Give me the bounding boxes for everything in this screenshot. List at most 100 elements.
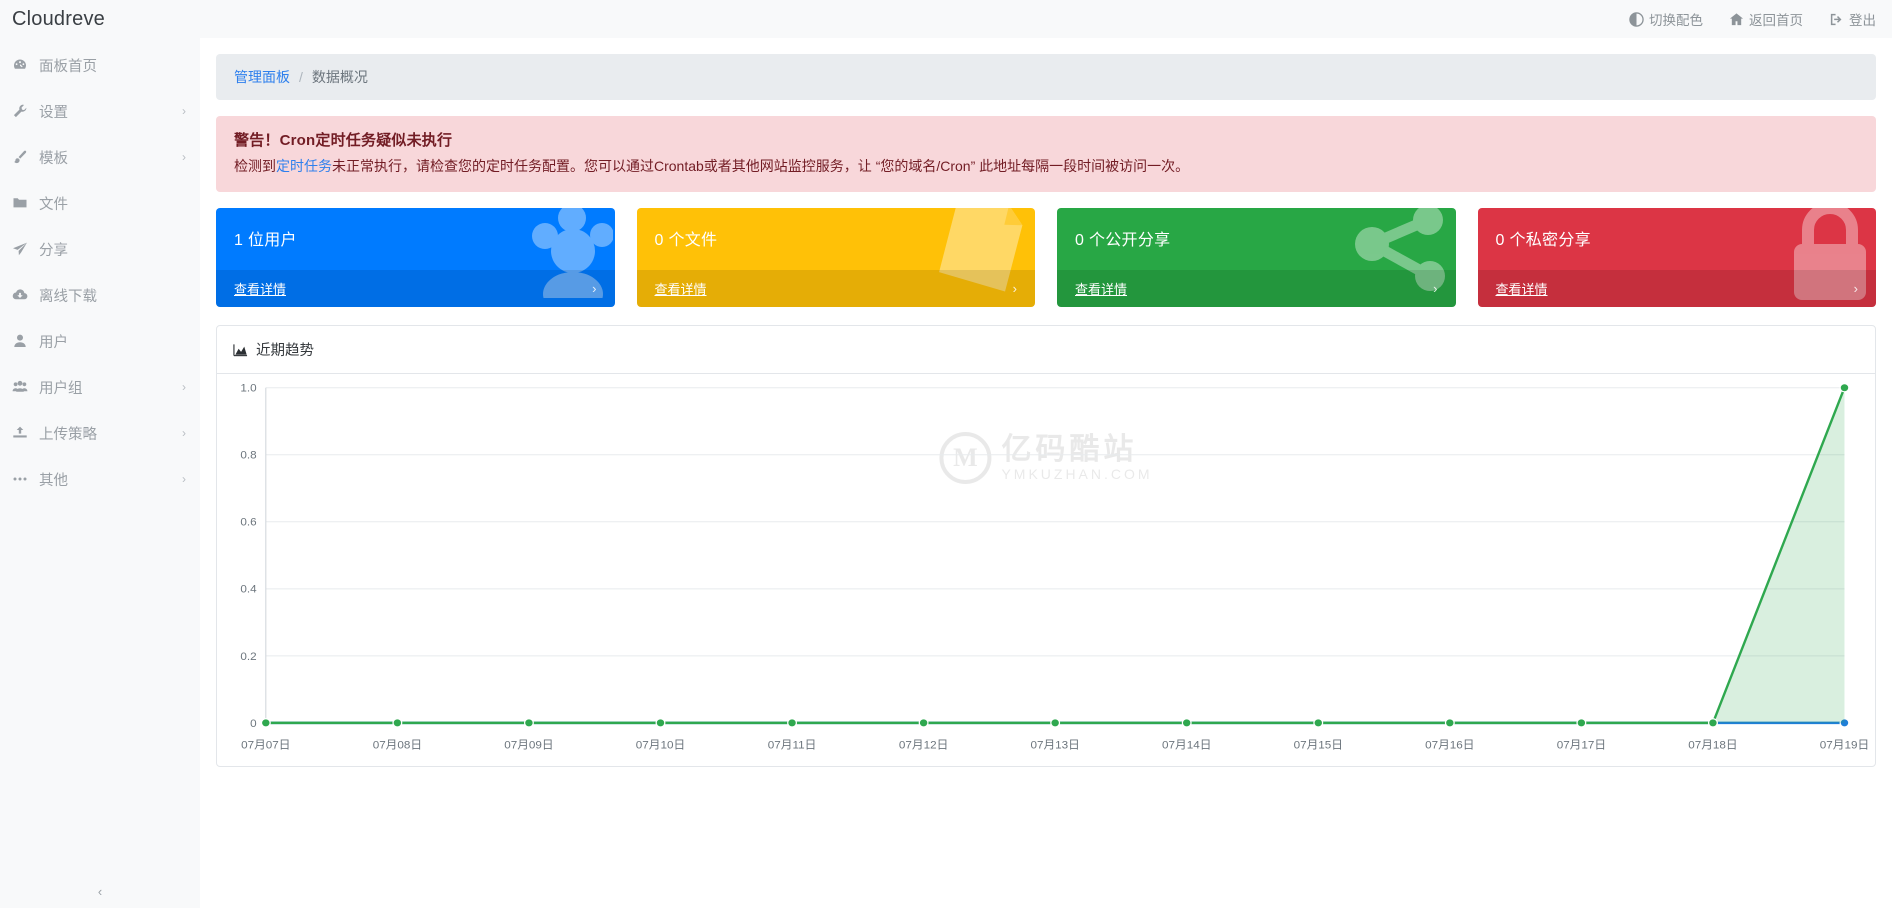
chevron-right-icon: › bbox=[592, 281, 596, 296]
brush-icon bbox=[12, 149, 34, 165]
recent-trend-panel: 近期趋势 M 亿码酷站 YMKUZHAN.COM 00.20.40.60.81.… bbox=[216, 325, 1876, 767]
chevron-right-icon: › bbox=[1013, 281, 1017, 296]
alert-body: 检测到定时任务未正常执行，请检查您的定时任务配置。您可以通过Crontab或者其… bbox=[234, 156, 1858, 177]
data-point bbox=[261, 719, 270, 727]
data-point bbox=[525, 719, 534, 727]
stat-card-value: 0 个文件 bbox=[655, 226, 1018, 250]
chevron-right-icon: › bbox=[182, 151, 186, 163]
data-point bbox=[1577, 719, 1586, 727]
chevron-right-icon: › bbox=[182, 427, 186, 439]
data-point bbox=[1314, 719, 1323, 727]
x-axis-tick: 07月07日 bbox=[241, 740, 290, 752]
chevron-right-icon: › bbox=[182, 381, 186, 393]
data-point bbox=[1840, 384, 1849, 392]
back-home-label: 返回首页 bbox=[1749, 9, 1803, 29]
panel-header: 近期趋势 bbox=[217, 326, 1875, 374]
x-axis-tick: 07月09日 bbox=[504, 740, 553, 752]
data-point bbox=[1051, 719, 1060, 727]
chevron-right-icon: › bbox=[1433, 281, 1437, 296]
sidebar-label: 用户 bbox=[34, 331, 186, 352]
sidebar-item-upload-policy[interactable]: 上传策略 › bbox=[0, 410, 200, 456]
breadcrumb-separator: / bbox=[299, 69, 303, 85]
data-point bbox=[1445, 719, 1454, 727]
x-axis-tick: 07月12日 bbox=[899, 740, 948, 752]
stat-cards: 1 位用户 查看详情 › 0 个文件 bbox=[216, 208, 1876, 307]
stat-card-footer[interactable]: 查看详情 › bbox=[637, 270, 1036, 307]
folder-icon bbox=[12, 195, 34, 211]
series-area bbox=[266, 388, 1845, 723]
sidebar-label: 文件 bbox=[34, 193, 186, 214]
sidebar-item-dashboard[interactable]: 面板首页 bbox=[0, 42, 200, 88]
top-bar-actions: 切换配色 返回首页 登出 bbox=[1629, 9, 1892, 29]
stat-card-footer[interactable]: 查看详情 › bbox=[216, 270, 615, 307]
sidebar-item-theme[interactable]: 模板 › bbox=[0, 134, 200, 180]
y-axis-tick: 0 bbox=[250, 718, 257, 730]
sidebar-label: 分享 bbox=[34, 239, 186, 260]
data-point bbox=[1709, 719, 1718, 727]
stat-card-body: 0 个私密分享 bbox=[1478, 208, 1877, 270]
x-axis-tick: 07月15日 bbox=[1294, 740, 1343, 752]
home-icon bbox=[1729, 12, 1744, 27]
top-bar: Cloudreve 切换配色 返回首页 登出 bbox=[0, 0, 1892, 38]
stat-card-value: 1 位用户 bbox=[234, 226, 597, 250]
stat-card-value: 0 个公开分享 bbox=[1075, 226, 1438, 250]
stat-card-public-shares[interactable]: 0 个公开分享 查看详情 › bbox=[1057, 208, 1456, 307]
breadcrumb-root-link[interactable]: 管理面板 bbox=[234, 67, 290, 87]
sidebar-item-share[interactable]: 分享 bbox=[0, 226, 200, 272]
x-axis-tick: 07月13日 bbox=[1030, 740, 1079, 752]
chevron-right-icon: › bbox=[182, 473, 186, 485]
breadcrumb: 管理面板 / 数据概况 bbox=[216, 54, 1876, 100]
sidebar-collapse-button[interactable]: ‹ bbox=[0, 874, 200, 908]
logout-button[interactable]: 登出 bbox=[1829, 9, 1876, 29]
app-brand: Cloudreve bbox=[0, 8, 200, 31]
stat-card-body: 0 个文件 bbox=[637, 208, 1036, 270]
stat-card-body: 1 位用户 bbox=[216, 208, 615, 270]
cron-task-link[interactable]: 定时任务 bbox=[276, 158, 332, 174]
breadcrumb-current: 数据概况 bbox=[312, 67, 368, 87]
stat-card-value: 0 个私密分享 bbox=[1496, 226, 1859, 250]
y-axis-tick: 0.4 bbox=[240, 584, 257, 596]
chart-area: M 亿码酷站 YMKUZHAN.COM 00.20.40.60.81.007月0… bbox=[217, 374, 1875, 766]
alert-text-after-link: 未正常执行，请检查您的定时任务配置。您可以通过Crontab或者其他网站监控服务… bbox=[332, 158, 1189, 174]
upload-icon bbox=[12, 425, 34, 441]
y-axis-tick: 1.0 bbox=[240, 383, 256, 395]
sidebar-label: 其他 bbox=[34, 469, 182, 490]
user-icon bbox=[12, 333, 34, 349]
series-line bbox=[266, 388, 1845, 723]
data-point bbox=[393, 719, 402, 727]
theme-toggle-button[interactable]: 切换配色 bbox=[1629, 9, 1703, 29]
data-point bbox=[919, 719, 928, 727]
stat-card-users[interactable]: 1 位用户 查看详情 › bbox=[216, 208, 615, 307]
stat-card-action-label: 查看详情 bbox=[655, 279, 707, 298]
sidebar-item-offline-download[interactable]: 离线下载 bbox=[0, 272, 200, 318]
sidebar-item-user[interactable]: 用户 bbox=[0, 318, 200, 364]
y-axis-tick: 0.8 bbox=[240, 450, 256, 462]
back-home-button[interactable]: 返回首页 bbox=[1729, 9, 1803, 29]
sidebar-label: 用户组 bbox=[34, 377, 182, 398]
x-axis-tick: 07月08日 bbox=[373, 740, 422, 752]
theme-toggle-label: 切换配色 bbox=[1649, 9, 1703, 29]
cloud-download-icon bbox=[12, 287, 34, 303]
app-shell: 面板首页 设置 › 模板 › 文件 分享 bbox=[0, 38, 1892, 908]
sidebar-item-other[interactable]: 其他 › bbox=[0, 456, 200, 502]
data-point bbox=[1182, 719, 1191, 727]
stat-card-body: 0 个公开分享 bbox=[1057, 208, 1456, 270]
sidebar-item-user-group[interactable]: 用户组 › bbox=[0, 364, 200, 410]
theme-toggle-icon bbox=[1629, 12, 1644, 27]
stat-card-files[interactable]: 0 个文件 查看详情 › bbox=[637, 208, 1036, 307]
stat-card-footer[interactable]: 查看详情 › bbox=[1478, 270, 1877, 307]
x-axis-tick: 07月10日 bbox=[636, 740, 685, 752]
x-axis-tick: 07月19日 bbox=[1820, 740, 1869, 752]
main-content: 管理面板 / 数据概况 警告！Cron定时任务疑似未执行 检测到定时任务未正常执… bbox=[200, 38, 1892, 908]
x-axis-tick: 07月14日 bbox=[1162, 740, 1211, 752]
y-axis-tick: 0.6 bbox=[240, 517, 256, 529]
sidebar-item-settings[interactable]: 设置 › bbox=[0, 88, 200, 134]
sidebar-item-files[interactable]: 文件 bbox=[0, 180, 200, 226]
ellipsis-icon bbox=[12, 471, 34, 487]
logout-label: 登出 bbox=[1849, 9, 1876, 29]
stat-card-action-label: 查看详情 bbox=[1496, 279, 1548, 298]
stat-card-private-shares[interactable]: 0 个私密分享 查看详情 › bbox=[1478, 208, 1877, 307]
x-axis-tick: 07月16日 bbox=[1425, 740, 1474, 752]
x-axis-tick: 07月17日 bbox=[1557, 740, 1606, 752]
stat-card-footer[interactable]: 查看详情 › bbox=[1057, 270, 1456, 307]
